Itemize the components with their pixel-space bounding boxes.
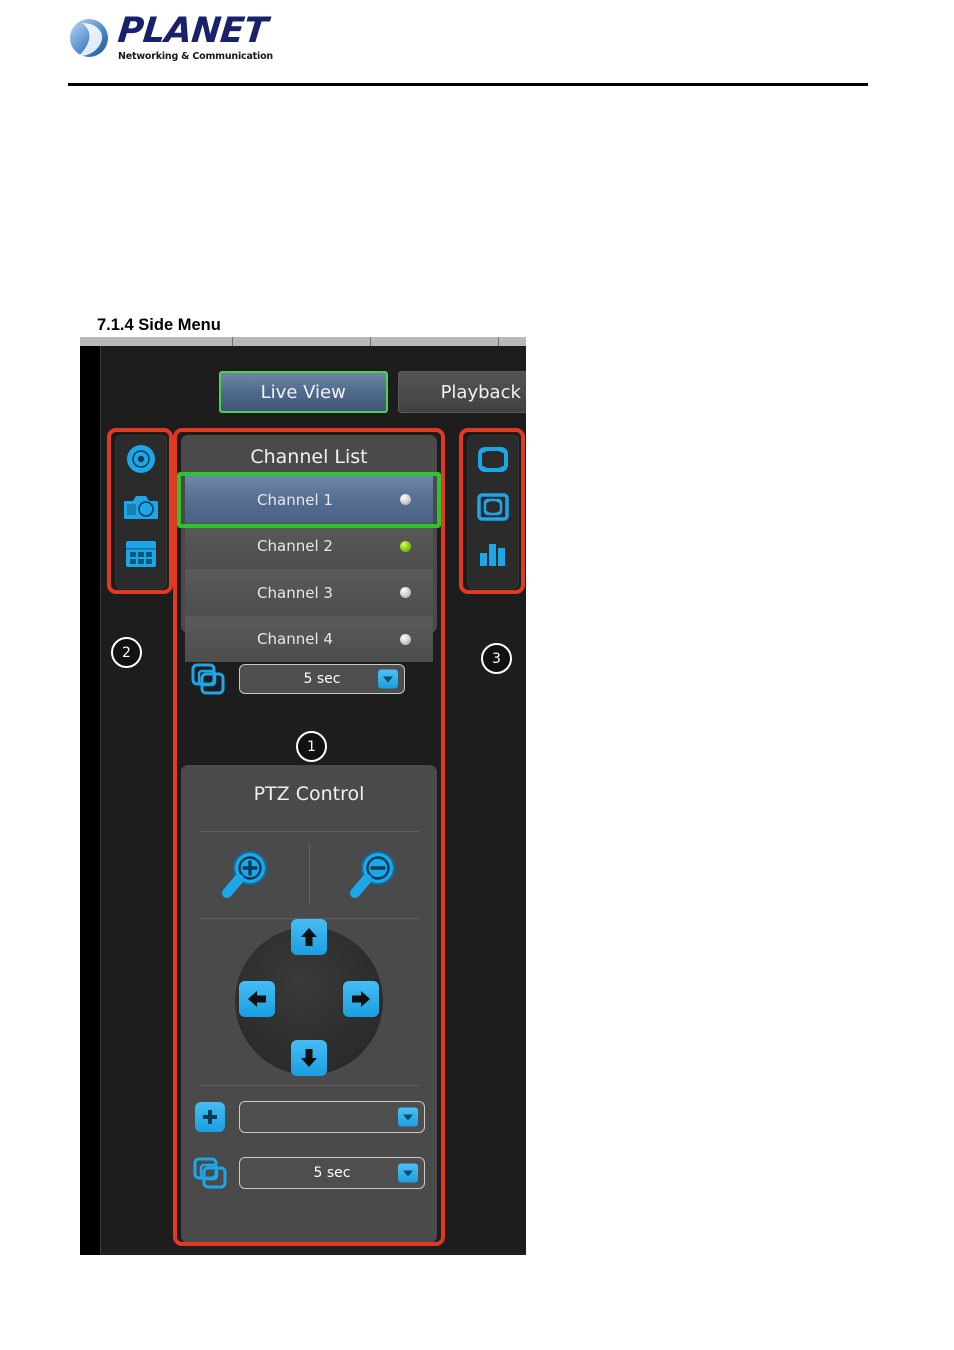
sequence-tour-icon[interactable] [193,1157,227,1189]
add-preset-button[interactable] [195,1102,225,1132]
channel-row-2-label: Channel 2 [257,537,333,556]
zoom-in-magnifier-icon [222,851,267,898]
ptz-tour-value: 5 sec [313,1165,351,1181]
channel-row-4[interactable]: Channel 4 [185,615,433,662]
channel-row-1[interactable]: Channel 1 [185,476,433,523]
channel-row-3-label: Channel 3 [257,583,333,602]
planet-logo: PLANET Networking & Communication [68,11,273,62]
arrow-down-icon [301,1049,317,1067]
calendar-grid-icon [126,540,156,567]
channel-row-2-status-dot [400,540,411,552]
ptz-zoom-in-button[interactable] [181,844,309,906]
ptz-zoom-out-button[interactable] [309,844,437,906]
callout-badge-1: 1 [296,731,327,762]
ptz-right-button[interactable] [343,981,379,1017]
callout-badge-1-label: 1 [307,738,316,755]
left-icon-rail [115,435,167,589]
channel-row-3[interactable]: Channel 3 [185,569,433,616]
camera-snapshot-icon [124,495,158,519]
channel-sequence-value: 5 sec [303,671,341,687]
arrow-up-icon [301,928,317,946]
bar-chart-icon [480,543,505,566]
tab-playback[interactable]: Playback [397,371,526,413]
callout-badge-2-label: 2 [122,644,131,661]
ptz-preset-dropdown[interactable] [239,1101,425,1133]
record-button[interactable] [117,436,165,483]
arrow-right-icon [352,991,370,1007]
brand-name: PLANET [115,11,270,51]
record-disc-icon [127,444,155,473]
channel-rows: Channel 1 Channel 2 Channel 3 Channel 4 [185,476,433,662]
tab-playback-label: Playback [440,381,521,403]
fit-window-icon [477,492,509,521]
channel-row-4-status-dot [400,633,411,645]
zoom-out-magnifier-icon [350,851,395,898]
ptz-control-title: PTZ Control [253,783,365,805]
ptz-left-button[interactable] [239,981,275,1017]
ptz-divider-bottom [199,1085,419,1086]
schedule-button[interactable] [117,530,165,577]
fit-window-button[interactable] [469,483,517,530]
view-mode-tabs: Live View Playback [219,371,526,413]
manual-page: PLANET Networking & Communication 7.1.4 … [0,0,954,1350]
app-screenshot: Live View Playback Channel List Channel … [80,337,526,1255]
right-icon-rail [467,435,519,589]
sequence-tour-icon[interactable] [191,663,225,695]
ptz-down-button[interactable] [291,1040,327,1076]
globe-icon [68,17,112,59]
brand-tagline: Networking & Communication [118,51,273,62]
fullscreen-expand-icon [478,446,508,472]
snapshot-button[interactable] [117,483,165,530]
ptz-up-button[interactable] [291,919,327,955]
channel-list-panel: Channel List Channel 1 Channel 2 Channel… [181,435,437,695]
arrow-left-icon [248,991,266,1007]
ptz-tour-dropdown[interactable]: 5 sec [239,1157,425,1189]
header-divider [68,83,868,86]
channel-row-4-label: Channel 4 [257,630,333,649]
callout-badge-3: 3 [481,643,512,674]
side-menu-panel: Live View Playback Channel List Channel … [100,346,526,1255]
ptz-control-panel: PTZ Control 5 sec [181,765,437,1243]
statistics-button[interactable] [469,530,517,577]
chevron-down-icon[interactable] [398,1163,418,1183]
channel-row-2[interactable]: Channel 2 [185,522,433,569]
section-heading: 7.1.4 Side Menu [97,316,221,334]
channel-row-1-label: Channel 1 [257,490,333,509]
tab-live-view[interactable]: Live View [219,371,388,413]
tab-live-view-label: Live View [260,381,346,403]
callout-badge-2: 2 [111,637,142,668]
screenshot-left-gutter [80,346,100,1255]
ptz-zoom-separator [309,844,310,904]
channel-list-title: Channel List [250,446,368,468]
chevron-down-icon[interactable] [378,669,398,689]
fullscreen-button[interactable] [469,436,517,483]
ptz-direction-pad [181,919,437,1085]
callout-badge-3-label: 3 [492,650,501,667]
add-preset-icon [203,1110,217,1124]
chevron-down-icon[interactable] [398,1107,418,1127]
channel-sequence-dropdown[interactable]: 5 sec [239,664,405,694]
